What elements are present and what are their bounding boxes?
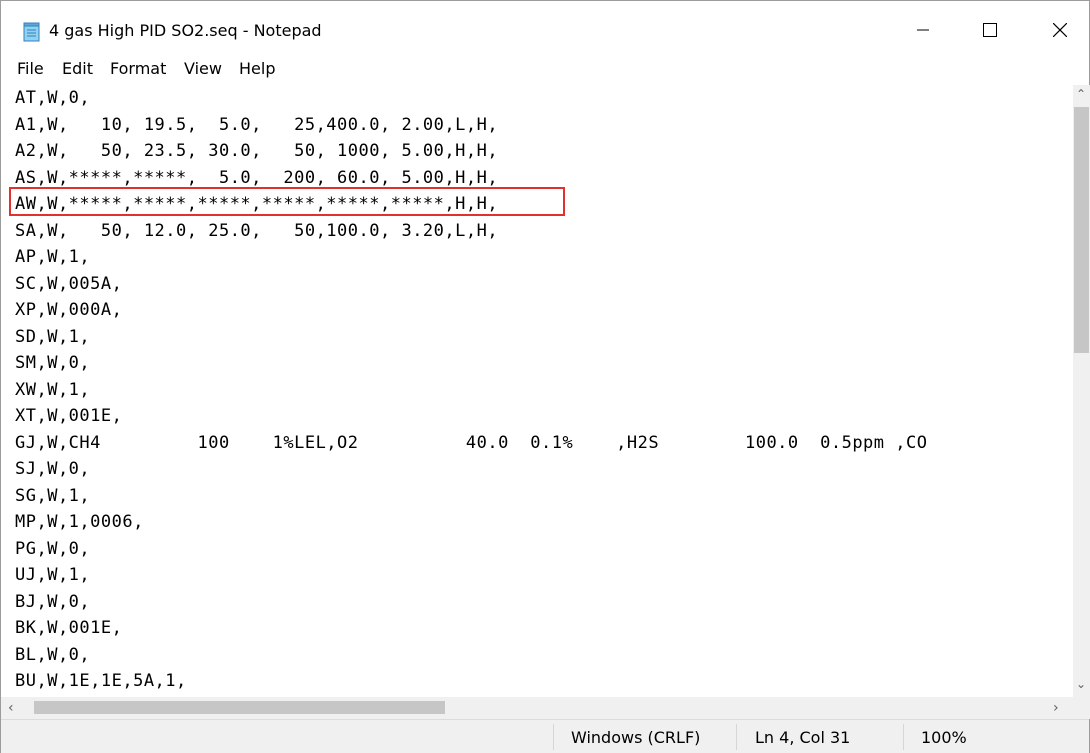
text-line: XT,W,001E,: [15, 406, 123, 426]
text-line: AP,W,1,: [15, 247, 91, 267]
status-divider: [553, 724, 554, 750]
window-title: 4 gas High PID SO2.seq - Notepad: [49, 21, 322, 40]
notepad-window: 4 gas High PID SO2.seq - Notepad File Ed…: [0, 0, 1090, 753]
text-line: SG,W,1,: [15, 485, 91, 506]
text-line: BJ,W,0,: [15, 591, 91, 612]
scroll-right-icon[interactable]: ›: [1053, 700, 1059, 716]
minimize-icon: [917, 29, 929, 31]
vertical-scrollbar[interactable]: ⌃ ⌄: [1073, 85, 1090, 697]
menu-bar: File Edit Format View Help: [1, 59, 1089, 85]
text-line: BK,W,001E,: [15, 618, 123, 638]
text-line: SD,W,1,: [15, 326, 91, 347]
status-divider: [736, 724, 737, 750]
line-ending-status: Windows (CRLF): [571, 728, 701, 747]
text-line: UJ,W,1,: [15, 565, 91, 585]
status-bar: Windows (CRLF) Ln 4, Col 31 100%: [1, 719, 1089, 753]
scroll-down-icon[interactable]: ⌄: [1076, 677, 1086, 691]
text-line: GJ,W,CH4 100 1%LEL,O2 40.0 0.1% ,H2S 100…: [15, 432, 928, 453]
text-line: SA,W, 50, 12.0, 25.0, 50,100.0, 3.20,L,H…: [15, 220, 499, 241]
text-line: XW,W,1,: [15, 379, 91, 400]
text-line: SM,W,0,: [15, 353, 91, 373]
text-line: SC,W,005A,: [15, 273, 123, 294]
maximize-icon: [983, 23, 997, 37]
scroll-up-icon[interactable]: ⌃: [1076, 87, 1086, 101]
cursor-position-status: Ln 4, Col 31: [755, 728, 851, 747]
text-line: SJ,W,0,: [15, 459, 91, 479]
menu-format[interactable]: Format: [108, 59, 168, 83]
title-bar[interactable]: 4 gas High PID SO2.seq - Notepad: [1, 1, 1089, 59]
text-line: BU,W,1E,1E,5A,1,: [15, 671, 187, 691]
text-line: A2,W, 50, 23.5, 30.0, 50, 1000, 5.00,H,H…: [15, 141, 499, 161]
text-line: MP,W,1,0006,: [15, 512, 144, 532]
close-button[interactable]: [1037, 1, 1083, 59]
menu-view[interactable]: View: [182, 59, 224, 83]
menu-help[interactable]: Help: [237, 59, 277, 83]
zoom-status: 100%: [921, 728, 967, 747]
notepad-icon: [23, 22, 40, 42]
vertical-scroll-thumb[interactable]: [1074, 107, 1089, 353]
text-line: A1,W, 10, 19.5, 5.0, 25,400.0, 2.00,L,H,: [15, 114, 499, 135]
maximize-button[interactable]: [967, 1, 1013, 59]
minimize-button[interactable]: [900, 1, 946, 59]
scrollbar-corner: [1073, 697, 1090, 719]
horizontal-scroll-thumb[interactable]: [34, 701, 445, 714]
text-line: BL,W,0,: [15, 644, 91, 665]
text-editor[interactable]: AT,W,0, A1,W, 10, 19.5, 5.0, 25,400.0, 2…: [1, 85, 1073, 697]
horizontal-scrollbar[interactable]: ‹ ›: [1, 697, 1073, 719]
highlight-annotation-box: [9, 187, 565, 216]
close-icon: [1053, 23, 1067, 37]
status-divider: [903, 724, 904, 750]
text-line: XP,W,000A,: [15, 300, 123, 320]
menu-file[interactable]: File: [15, 59, 46, 83]
menu-edit[interactable]: Edit: [60, 59, 95, 83]
text-line: AT,W,0,: [15, 88, 91, 108]
scroll-left-icon[interactable]: ‹: [8, 700, 14, 716]
text-line: PG,W,0,: [15, 538, 91, 559]
